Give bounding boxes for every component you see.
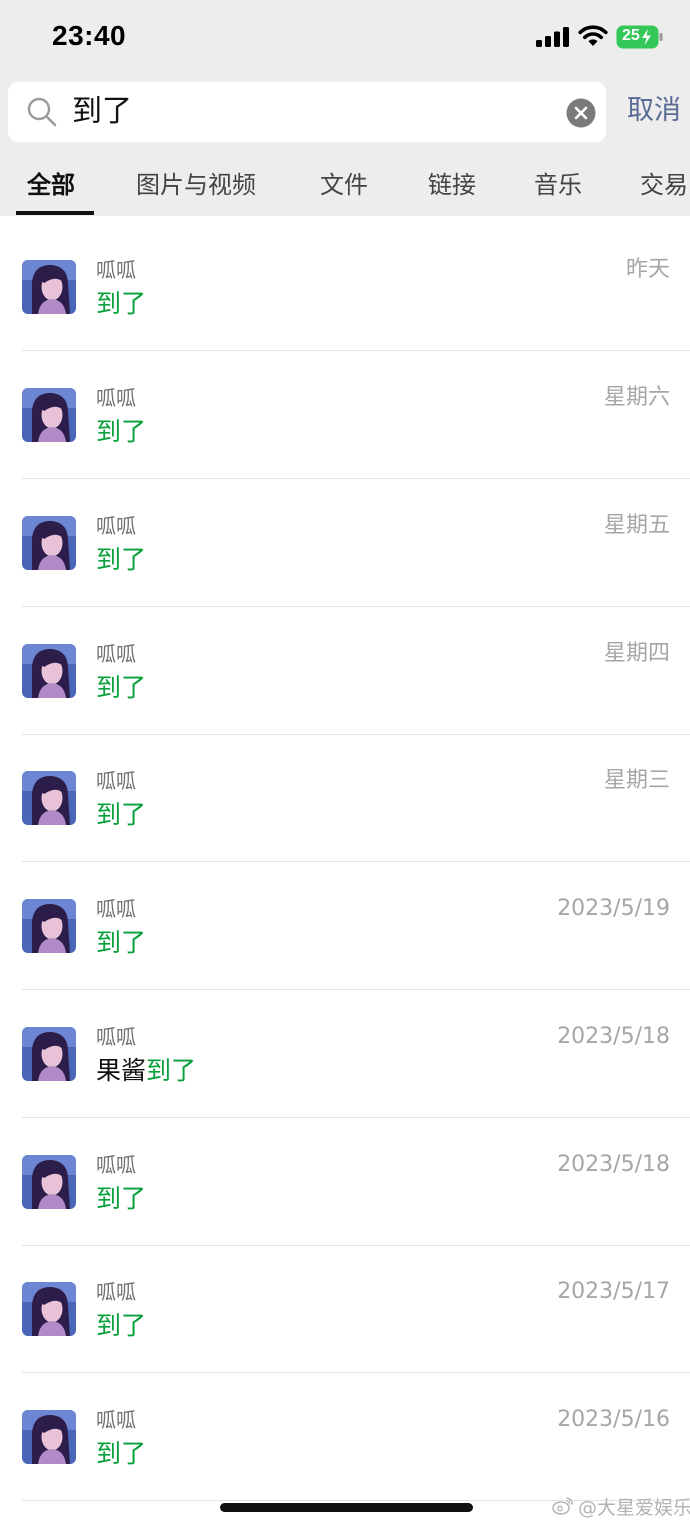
contact-name: 呱呱 — [96, 1280, 136, 1304]
message-snippet: 到了 — [96, 288, 146, 320]
result-row[interactable]: 呱呱 到了 2023/5/17 — [0, 1245, 690, 1373]
search-box[interactable]: 到了 — [8, 82, 606, 142]
battery-level: 25 — [622, 27, 640, 44]
matched-keyword: 到了 — [96, 673, 147, 702]
avatar[interactable] — [22, 899, 76, 953]
avatar[interactable] — [22, 260, 76, 314]
avatar[interactable] — [22, 1410, 76, 1464]
message-snippet: 果酱到了 — [96, 1055, 196, 1087]
contact-name: 呱呱 — [96, 769, 136, 793]
matched-keyword: 到了 — [96, 928, 147, 957]
avatar[interactable] — [22, 1282, 76, 1336]
cancel-button[interactable]: 取消 — [627, 93, 681, 129]
avatar[interactable] — [22, 516, 76, 570]
tab-all[interactable]: 全部 — [27, 168, 75, 202]
result-row[interactable]: 呱呱 到了 2023/5/16 — [0, 1373, 690, 1501]
message-date: 星期五 — [603, 513, 670, 538]
matched-keyword: 到了 — [96, 1311, 147, 1340]
matched-keyword: 到了 — [96, 1184, 147, 1213]
message-snippet: 到了 — [96, 799, 146, 831]
matched-keyword: 到了 — [146, 1056, 197, 1085]
message-snippet: 到了 — [96, 544, 146, 576]
matched-keyword: 到了 — [96, 545, 147, 574]
result-row[interactable]: 呱呱 到了 星期三 — [0, 734, 690, 862]
message-date: 星期六 — [603, 385, 670, 410]
result-row[interactable]: 呱呱 到了 星期四 — [0, 607, 690, 735]
contact-name: 呱呱 — [96, 514, 136, 538]
result-row[interactable]: 呱呱 到了 星期六 — [0, 351, 690, 479]
tab-links[interactable]: 链接 — [428, 168, 476, 202]
matched-keyword: 到了 — [96, 417, 147, 446]
message-snippet: 到了 — [96, 416, 146, 448]
message-date: 2023/5/17 — [557, 1279, 670, 1304]
search-results-list: 呱呱 到了 昨天 呱呱 到了 星期六 呱呱 到了 星期五 呱呱 到了 星期四 呱… — [0, 216, 690, 1525]
message-date: 2023/5/18 — [557, 1152, 670, 1177]
result-row[interactable]: 呱呱 果酱到了 2023/5/18 — [0, 990, 690, 1118]
status-time: 23:40 — [52, 20, 127, 51]
tab-photos-videos[interactable]: 图片与视频 — [136, 168, 256, 202]
result-row[interactable]: 呱呱 到了 2023/5/19 — [0, 862, 690, 990]
message-date: 2023/5/19 — [557, 896, 670, 921]
message-snippet: 到了 — [96, 672, 146, 704]
contact-name: 呱呱 — [96, 1408, 136, 1432]
watermark: @大星爱娱乐 — [578, 1497, 690, 1519]
message-date: 昨天 — [625, 257, 670, 282]
home-indicator[interactable] — [220, 1503, 473, 1512]
weibo-icon — [552, 1497, 573, 1515]
message-snippet: 到了 — [96, 1183, 146, 1215]
search-icon — [27, 97, 57, 127]
contact-name: 呱呱 — [96, 642, 136, 666]
top-area: 23:40 25 到了 取消 全部 图片与视频 文件 链接 音乐 交易 — [0, 0, 690, 216]
tab-transactions[interactable]: 交易 — [640, 168, 688, 202]
message-snippet: 到了 — [96, 1310, 146, 1342]
avatar[interactable] — [22, 1155, 76, 1209]
matched-keyword: 到了 — [96, 800, 147, 829]
result-row[interactable]: 呱呱 到了 2023/5/18 — [0, 1118, 690, 1246]
contact-name: 呱呱 — [96, 258, 136, 282]
tab-files[interactable]: 文件 — [320, 168, 368, 202]
matched-keyword: 到了 — [96, 289, 147, 318]
contact-name: 呱呱 — [96, 1025, 136, 1049]
signal-icon — [536, 27, 569, 47]
result-row[interactable]: 呱呱 到了 星期五 — [0, 479, 690, 607]
status-bar: 23:40 25 — [0, 0, 690, 76]
message-prefix: 果酱 — [96, 1056, 147, 1085]
active-tab-indicator — [16, 211, 94, 215]
contact-name: 呱呱 — [96, 897, 136, 921]
wifi-icon — [578, 25, 608, 46]
contact-name: 呱呱 — [96, 386, 136, 410]
avatar[interactable] — [22, 1027, 76, 1081]
result-row[interactable]: 呱呱 到了 昨天 — [0, 223, 690, 351]
message-date: 星期三 — [603, 768, 670, 793]
message-date: 星期四 — [603, 641, 670, 666]
clear-icon[interactable] — [566, 98, 596, 128]
message-snippet: 到了 — [96, 927, 146, 959]
contact-name: 呱呱 — [96, 1153, 136, 1177]
message-snippet: 到了 — [96, 1438, 146, 1470]
avatar[interactable] — [22, 388, 76, 442]
tab-music[interactable]: 音乐 — [534, 168, 582, 202]
avatar[interactable] — [22, 644, 76, 698]
matched-keyword: 到了 — [96, 1439, 147, 1468]
search-input[interactable]: 到了 — [72, 93, 132, 131]
avatar[interactable] — [22, 771, 76, 825]
message-date: 2023/5/18 — [557, 1024, 670, 1049]
message-date: 2023/5/16 — [557, 1407, 670, 1432]
